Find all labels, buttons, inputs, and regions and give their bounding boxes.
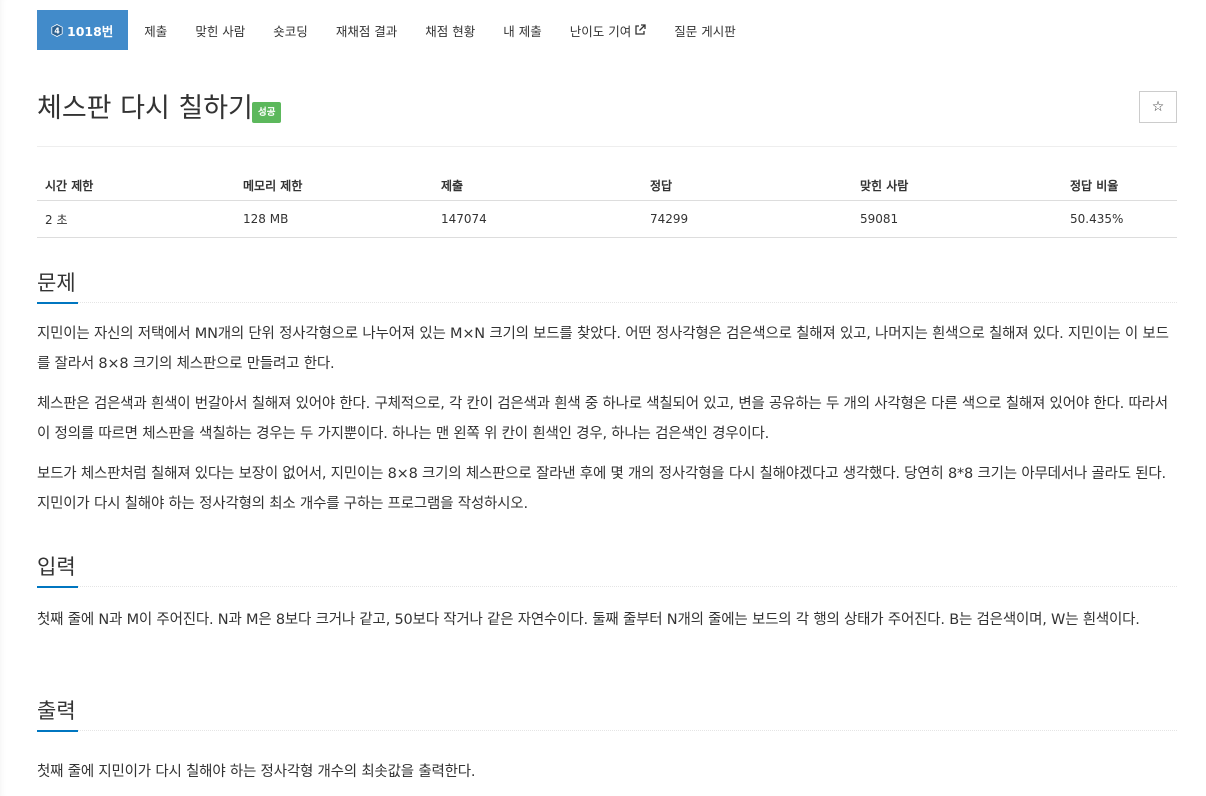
tab-submit[interactable]: 제출 bbox=[130, 10, 181, 50]
tab-problem[interactable]: 4 1018번 bbox=[37, 10, 129, 50]
tab-rejudge-results[interactable]: 재채점 결과 bbox=[322, 10, 411, 50]
header-time-limit: 시간 제한 bbox=[37, 170, 235, 201]
problem-header: 체스판 다시 칠하기 성공 ☆ bbox=[37, 90, 1177, 147]
tab-difficulty-contribution-label: 난이도 기여 bbox=[569, 23, 632, 39]
favorite-button[interactable]: ☆ bbox=[1139, 91, 1177, 123]
status-badge: 성공 bbox=[252, 102, 282, 123]
output-body: 첫째 줄에 지민이가 다시 칠해야 하는 정사각형 개수의 최솟값을 출력한다. bbox=[37, 731, 1177, 787]
description-paragraph: 체스판은 검은색과 흰색이 번갈아서 칠해져 있어야 한다. 구체적으로, 각 … bbox=[37, 396, 1168, 442]
description-paragraph: 지민이는 자신의 저택에서 MN개의 단위 정사각형으로 나누어져 있는 M×N… bbox=[37, 326, 1169, 372]
tab-rejudge-results-label: 재채점 결과 bbox=[335, 23, 398, 39]
tab-judge-status[interactable]: 채점 현황 bbox=[411, 10, 489, 50]
tab-short-coding[interactable]: 숏코딩 bbox=[259, 10, 322, 50]
description-paragraph: 보드가 체스판처럼 칠해져 있다는 보장이 없어서, 지민이는 8×8 크기의 … bbox=[37, 466, 1166, 512]
tab-solved-users[interactable]: 맞힌 사람 bbox=[181, 10, 259, 50]
tab-solved-users-label: 맞힌 사람 bbox=[195, 23, 246, 39]
tab-my-submissions[interactable]: 내 제출 bbox=[489, 10, 555, 50]
section-description: 문제 지민이는 자신의 저택에서 MN개의 단위 정사각형으로 나누어져 있는 … bbox=[37, 268, 1177, 519]
input-body: 첫째 줄에 N과 M이 주어진다. N과 M은 8보다 크거나 같고, 50보다… bbox=[37, 587, 1177, 635]
solved-users-value: 59081 bbox=[852, 200, 1062, 238]
accept-rate-value: 50.435% bbox=[1062, 200, 1177, 238]
tab-short-coding-label: 숏코딩 bbox=[273, 23, 308, 39]
header-accepted: 정답 bbox=[642, 170, 852, 201]
tab-qna-board-label: 질문 게시판 bbox=[674, 23, 736, 39]
problem-page: 4 1018번 제출 맞힌 사람 숏코딩 재채점 결과 채점 현황 내 제출 난… bbox=[0, 0, 1206, 796]
section-title-description: 문제 bbox=[37, 268, 78, 304]
table-row: 2 초 128 MB 147074 74299 59081 50.435% bbox=[37, 200, 1177, 238]
tab-problem-label: 1018번 bbox=[67, 23, 114, 39]
memory-limit-value: 128 MB bbox=[235, 200, 433, 238]
section-header: 입력 bbox=[37, 552, 1177, 588]
content-container: 4 1018번 제출 맞힌 사람 숏코딩 재채점 결과 채점 현황 내 제출 난… bbox=[37, 10, 1177, 780]
header-submissions: 제출 bbox=[433, 170, 642, 201]
section-title-input: 입력 bbox=[37, 552, 78, 588]
section-output: 출력 첫째 줄에 지민이가 다시 칠해야 하는 정사각형 개수의 최솟값을 출력… bbox=[37, 696, 1177, 787]
problem-nav: 4 1018번 제출 맞힌 사람 숏코딩 재채점 결과 채점 현황 내 제출 난… bbox=[37, 10, 1177, 50]
tab-judge-status-label: 채점 현황 bbox=[425, 23, 476, 39]
section-title-output: 출력 bbox=[37, 696, 78, 732]
description-body: 지민이는 자신의 저택에서 MN개의 단위 정사각형으로 나누어져 있는 M×N… bbox=[37, 303, 1177, 519]
section-input: 입력 첫째 줄에 N과 M이 주어진다. N과 M은 8보다 크거나 같고, 5… bbox=[37, 552, 1177, 635]
section-header: 출력 bbox=[37, 696, 1177, 732]
svg-text:4: 4 bbox=[54, 26, 60, 35]
header-memory-limit: 메모리 제한 bbox=[235, 170, 433, 201]
tab-difficulty-contribution[interactable]: 난이도 기여 bbox=[556, 10, 660, 50]
submissions-value: 147074 bbox=[433, 200, 642, 238]
input-paragraph: 첫째 줄에 N과 M이 주어진다. N과 M은 8보다 크거나 같고, 50보다… bbox=[37, 612, 1140, 628]
star-icon: ☆ bbox=[1151, 99, 1165, 115]
table-header-row: 시간 제한 메모리 제한 제출 정답 맞힌 사람 정답 비율 bbox=[37, 170, 1177, 201]
section-header: 문제 bbox=[37, 268, 1177, 304]
output-paragraph: 첫째 줄에 지민이가 다시 칠해야 하는 정사각형 개수의 최솟값을 출력한다. bbox=[37, 764, 476, 780]
external-link-icon bbox=[634, 24, 646, 36]
page-title: 체스판 다시 칠하기 bbox=[37, 93, 253, 124]
header-solved-users: 맞힌 사람 bbox=[852, 170, 1062, 201]
tab-submit-label: 제출 bbox=[144, 23, 168, 39]
accepted-value: 74299 bbox=[642, 200, 852, 238]
tab-qna-board[interactable]: 질문 게시판 bbox=[660, 10, 749, 50]
tier-badge-icon: 4 bbox=[51, 23, 63, 37]
problem-info-table: 시간 제한 메모리 제한 제출 정답 맞힌 사람 정답 비율 2 초 128 M… bbox=[37, 170, 1177, 238]
tab-my-submissions-label: 내 제출 bbox=[503, 23, 542, 39]
header-accept-rate: 정답 비율 bbox=[1062, 170, 1177, 201]
time-limit-value: 2 초 bbox=[37, 200, 235, 238]
